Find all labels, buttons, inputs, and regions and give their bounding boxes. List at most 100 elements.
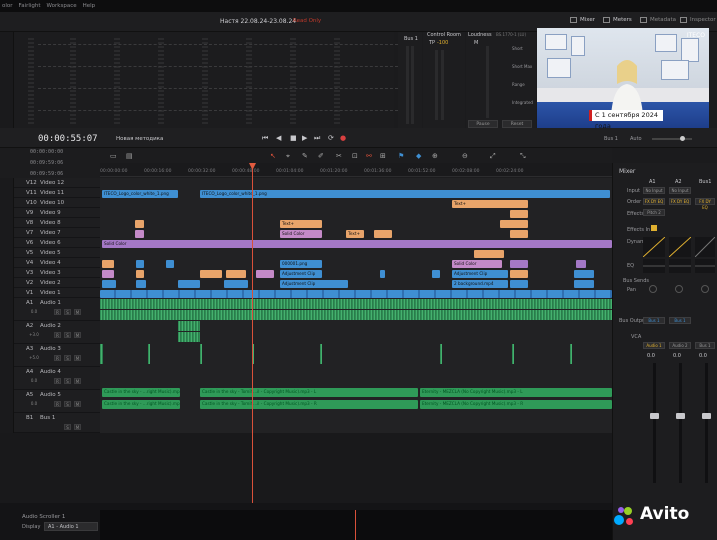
view-mode-icon[interactable]: ▤	[126, 152, 133, 160]
track-header-v8[interactable]: V8 Video 8	[14, 218, 100, 228]
audio-clip-a3[interactable]	[320, 344, 322, 364]
track-header-v3[interactable]: V3 Video 3	[14, 268, 100, 278]
volume-slider[interactable]	[652, 138, 692, 140]
mute-button[interactable]: M	[74, 424, 81, 430]
audio-clip-music[interactable]: Castle in the sky - ...right Music).mp3 …	[102, 388, 180, 397]
clip-logo[interactable]: ITECO_Logo_color_white_1.png	[200, 190, 610, 198]
playhead[interactable]	[252, 163, 253, 503]
stop-button[interactable]: ■	[290, 134, 297, 142]
audio-clip-a3[interactable]	[512, 344, 514, 364]
audio-clip-a2[interactable]	[178, 332, 200, 342]
fader-track[interactable]	[705, 363, 708, 483]
solo-button[interactable]: S	[64, 355, 71, 361]
mute-button[interactable]: M	[74, 332, 81, 338]
pan-knob[interactable]	[701, 285, 709, 293]
channel-label[interactable]: Audio 2	[669, 342, 691, 349]
bus-output-select[interactable]: Bus 1	[669, 317, 691, 324]
video-viewer[interactable]: С 1 сентября 2024 года ITECO	[537, 28, 709, 132]
effects-in-toggle[interactable]	[651, 225, 657, 231]
clip-video[interactable]	[510, 280, 528, 288]
record-arm-button[interactable]: R	[54, 355, 61, 361]
solo-button[interactable]: S	[64, 424, 71, 430]
order-select[interactable]: FX DY EQ	[643, 198, 665, 205]
clip-solid[interactable]	[102, 270, 114, 278]
audio-clip-a3[interactable]	[440, 344, 442, 364]
audio-clip-music[interactable]: Eternity - MEZCLA (No Copyright Music).m…	[420, 400, 612, 409]
clip-adjustment[interactable]: Adjustment Clip	[280, 270, 322, 278]
clip-png[interactable]: 000001.png	[280, 260, 322, 268]
track-header-a5[interactable]: A5 Audio 5 0.0 R S M	[14, 390, 100, 413]
fader-track[interactable]	[653, 363, 656, 483]
pencil-tool-icon[interactable]: ✐	[318, 152, 324, 160]
clip-solid[interactable]	[576, 260, 586, 268]
clip-video[interactable]	[574, 280, 594, 288]
input-select[interactable]: No Input	[643, 187, 665, 194]
clip-text-plus[interactable]	[135, 220, 144, 228]
play-button[interactable]: ▶	[302, 134, 307, 142]
clip-solid[interactable]	[510, 260, 528, 268]
volume-slider-knob[interactable]	[680, 136, 685, 141]
audio-clip-a3[interactable]	[148, 344, 150, 364]
range-tool-icon[interactable]: ⌖	[286, 152, 290, 161]
clip-solid[interactable]: Solid Color	[452, 260, 502, 268]
track-header-v9[interactable]: V9 Video 9	[14, 208, 100, 218]
clip-video[interactable]	[380, 270, 385, 278]
solo-button[interactable]: S	[64, 378, 71, 384]
clip-video[interactable]	[102, 280, 116, 288]
audio-scroller-view[interactable]	[100, 510, 612, 540]
eq-graph[interactable]	[669, 259, 691, 273]
clip-solid[interactable]: Solid Color	[280, 230, 322, 238]
marker-icon[interactable]: ◆	[416, 152, 421, 160]
channel-label[interactable]: Audio 1	[643, 342, 665, 349]
inspector-tab[interactable]: Inspector	[680, 17, 716, 23]
clip-solid[interactable]: Solid Color	[102, 240, 612, 248]
clip-main-video[interactable]	[100, 290, 612, 298]
pan-knob[interactable]	[649, 285, 657, 293]
clip-text-plus[interactable]: Text+	[280, 220, 322, 228]
play-reverse-button[interactable]: ◀	[276, 134, 281, 142]
view-icon[interactable]: ▭	[110, 152, 117, 160]
effects-slot[interactable]: Pitch 2	[643, 209, 665, 216]
fader-handle[interactable]	[676, 413, 685, 419]
clip-text-plus[interactable]	[226, 270, 246, 278]
clip-video[interactable]	[178, 280, 200, 288]
eq-graph[interactable]	[643, 259, 665, 273]
record-arm-button[interactable]: R	[54, 332, 61, 338]
menu-workspace[interactable]: Workspace	[47, 3, 77, 9]
menu-help[interactable]: Help	[83, 3, 96, 9]
clip-text-plus[interactable]: Text+	[452, 200, 528, 208]
zoom-in-icon[interactable]: ⊕	[432, 152, 438, 160]
track-header-v2[interactable]: V2 Video 2	[14, 278, 100, 288]
clip-video[interactable]	[136, 260, 144, 268]
clip-text-plus[interactable]	[374, 230, 392, 238]
clip-video[interactable]	[224, 280, 248, 288]
clip-solid[interactable]	[135, 230, 144, 238]
display-select[interactable]: A1 - Audio 1	[44, 522, 98, 531]
audio-clip-a3[interactable]	[200, 344, 202, 364]
audio-clip-music[interactable]: Castle in the sky - Tomih...il - Copyrig…	[200, 388, 418, 397]
track-header-v12[interactable]: V12 Video 12	[14, 178, 100, 188]
clip-adjustment[interactable]: Adjustment Clip	[452, 270, 508, 278]
clip-text-plus[interactable]	[474, 250, 504, 258]
clip-video[interactable]	[136, 280, 146, 288]
edit-tool-icon[interactable]: ✎	[302, 152, 308, 160]
loudness-pause-button[interactable]: Pause	[468, 120, 498, 128]
audio-clip-a2[interactable]	[178, 321, 200, 331]
menu-color[interactable]: olor	[2, 3, 13, 9]
flag-icon[interactable]: ⚑	[398, 152, 404, 160]
solo-button[interactable]: S	[64, 332, 71, 338]
audio-clip-a1-right[interactable]	[100, 310, 612, 320]
snapping-icon[interactable]: ⊡	[352, 152, 358, 160]
fader-track[interactable]	[679, 363, 682, 483]
track-header-v1[interactable]: V1 Video 1	[14, 288, 100, 298]
record-arm-button[interactable]: R	[54, 378, 61, 384]
meters-tab[interactable]: Meters	[603, 17, 632, 23]
timeline-selector[interactable]: Новая методика	[116, 136, 163, 142]
channel-label[interactable]: Bus 1	[695, 342, 715, 349]
track-header-a3[interactable]: A3 Audio 3 +5.0 R S M	[14, 344, 100, 367]
clip-logo[interactable]: ITECO_Logo_color_white_1.png	[102, 190, 178, 198]
clip-video[interactable]	[432, 270, 440, 278]
clip-text-plus[interactable]	[510, 270, 528, 278]
mute-button[interactable]: M	[74, 309, 81, 315]
track-header-v6[interactable]: V6 Video 6	[14, 238, 100, 248]
